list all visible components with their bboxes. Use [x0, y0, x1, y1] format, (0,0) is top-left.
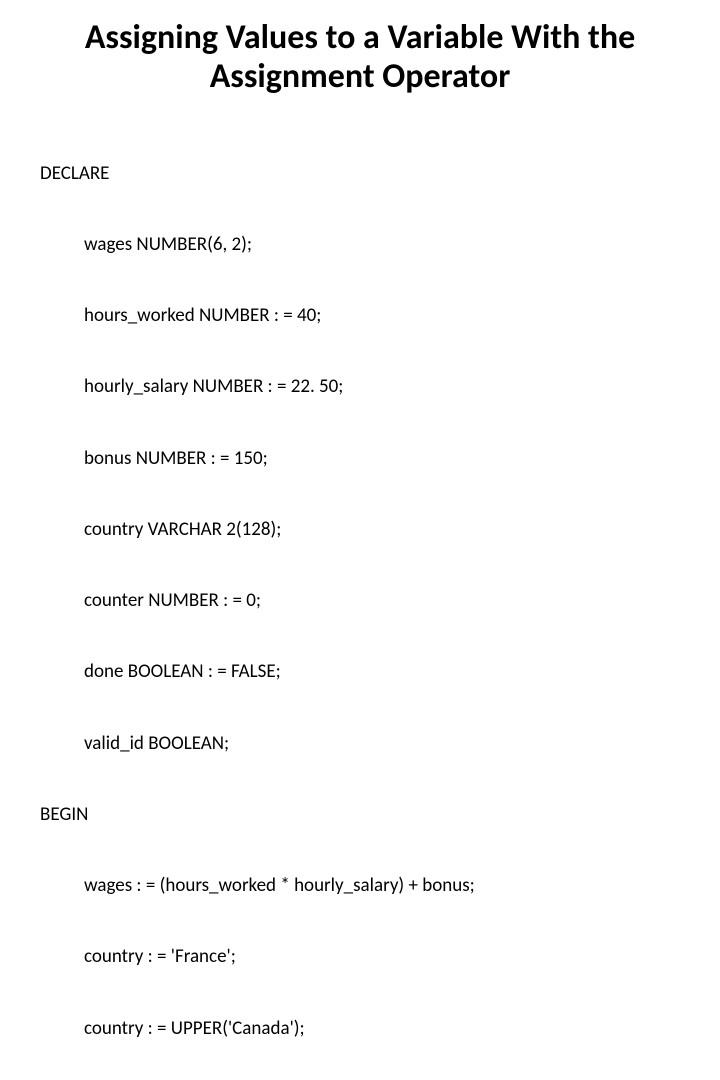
code-line: bonus NUMBER : = 150;: [40, 447, 680, 471]
code-line: counter NUMBER : = 0;: [40, 589, 680, 613]
slide: Assigning Values to a Variable With the …: [0, 0, 720, 540]
code-line: country : = UPPER('Canada');: [40, 1017, 680, 1041]
code-line: done BOOLEAN : = FALSE;: [40, 660, 680, 684]
code-line: hourly_salary NUMBER : = 22. 50;: [40, 375, 680, 399]
code-line: country VARCHAR 2(128);: [40, 518, 680, 542]
slide-title: Assigning Values to a Variable With the …: [40, 18, 680, 96]
code-block: DECLARE wages NUMBER(6, 2); hours_worked…: [40, 114, 680, 1080]
code-line: wages NUMBER(6, 2);: [40, 233, 680, 257]
code-line-declare: DECLARE: [40, 162, 680, 186]
code-line: hours_worked NUMBER : = 40;: [40, 304, 680, 328]
code-line: wages : = (hours_worked * hourly_salary)…: [40, 874, 680, 898]
code-line-begin: BEGIN: [40, 803, 680, 827]
code-line: valid_id BOOLEAN;: [40, 732, 680, 756]
code-line: country : = 'France';: [40, 945, 680, 969]
